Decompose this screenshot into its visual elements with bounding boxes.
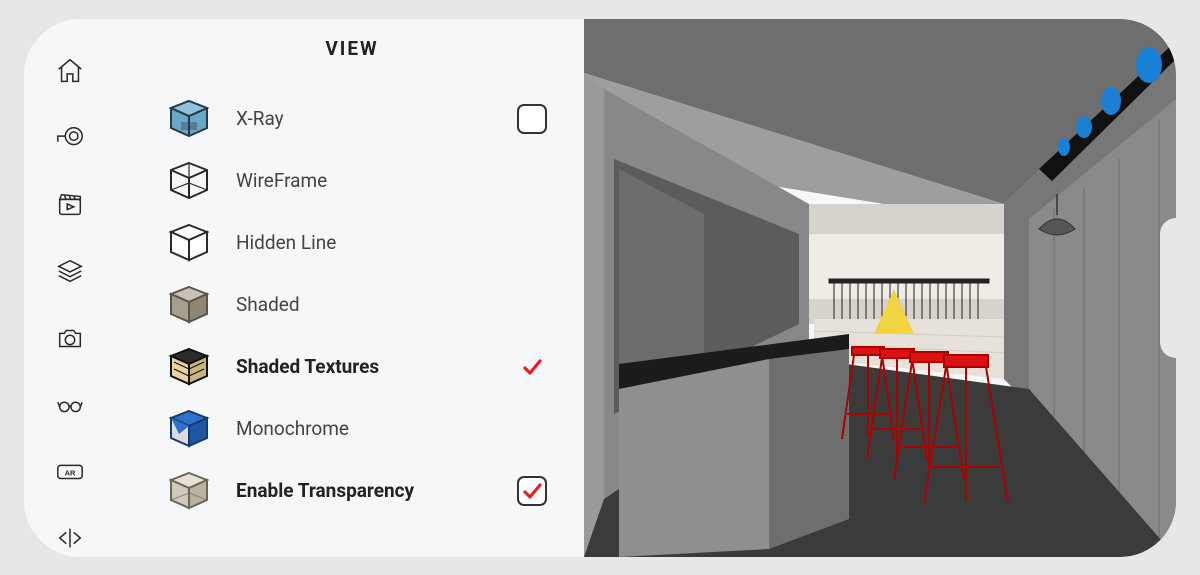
view-option-shaded[interactable]: Shaded <box>148 274 556 336</box>
panel-title: VIEW <box>148 37 556 60</box>
home-button[interactable] <box>50 53 90 90</box>
view-option-label: Monochrome <box>236 417 490 440</box>
view-option-xray[interactable]: X-Ray <box>148 88 556 150</box>
view-option-label: Shaded Textures <box>236 355 490 378</box>
view-option-shaded-textures[interactable]: Shaded Textures <box>148 336 556 398</box>
selected-check <box>514 349 550 385</box>
tape-measure-button[interactable] <box>50 119 90 156</box>
shaded-textures-cube-icon <box>166 345 212 389</box>
monochrome-cube-icon <box>166 407 212 451</box>
svg-text:AR: AR <box>65 469 76 478</box>
mirror-icon <box>55 523 85 553</box>
mirror-button[interactable] <box>50 520 90 557</box>
check-icon <box>522 357 542 377</box>
camera-button[interactable] <box>50 320 90 357</box>
transparency-cube-icon <box>166 469 212 513</box>
home-icon <box>55 56 85 86</box>
xray-checkbox[interactable] <box>514 101 550 137</box>
view-option-enable-transparency[interactable]: Enable Transparency <box>148 460 556 522</box>
view-option-hidden-line[interactable]: Hidden Line <box>148 212 556 274</box>
ar-icon: AR <box>55 456 85 486</box>
toolbar-rail: AR <box>24 19 116 557</box>
styles-button[interactable] <box>50 386 90 423</box>
view-option-monochrome[interactable]: Monochrome <box>148 398 556 460</box>
layers-button[interactable] <box>50 253 90 290</box>
view-option-wireframe[interactable]: WireFrame <box>148 150 556 212</box>
view-option-label: Shaded <box>236 293 490 316</box>
transparency-checkbox[interactable] <box>514 473 550 509</box>
layers-icon <box>55 256 85 286</box>
clapperboard-icon <box>55 189 85 219</box>
view-option-label: X-Ray <box>236 107 490 130</box>
view-option-label: Hidden Line <box>236 231 490 254</box>
tape-measure-icon <box>55 123 85 153</box>
check-icon <box>522 481 542 501</box>
view-option-label: WireFrame <box>236 169 490 192</box>
device-frame: AR VIEW X-Ray <box>24 19 1176 557</box>
xray-cube-icon <box>166 97 212 141</box>
shaded-cube-icon <box>166 283 212 327</box>
glasses-icon <box>55 390 85 420</box>
hidden-line-cube-icon <box>166 221 212 265</box>
3d-scene <box>584 19 1176 557</box>
wireframe-cube-icon <box>166 159 212 203</box>
scenes-button[interactable] <box>50 186 90 223</box>
view-panel: VIEW X-Ray <box>116 19 584 557</box>
ar-button[interactable]: AR <box>50 453 90 490</box>
view-option-label: Enable Transparency <box>236 479 490 502</box>
camera-icon <box>55 323 85 353</box>
model-viewport[interactable] <box>584 19 1176 557</box>
